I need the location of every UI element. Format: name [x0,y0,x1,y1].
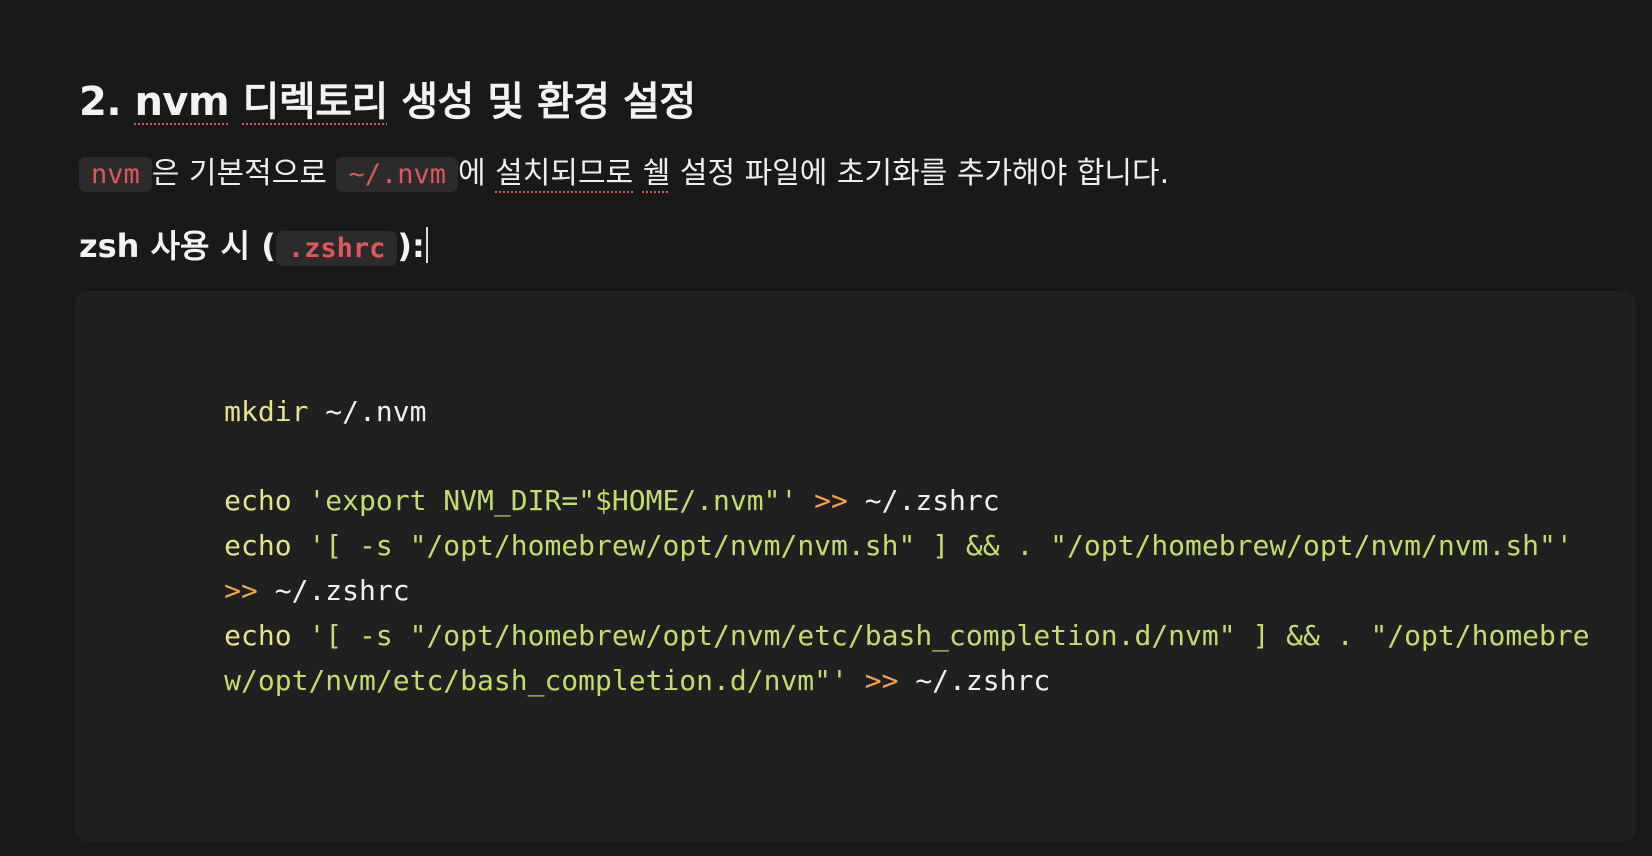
heading-prefix: 2. [79,79,135,125]
zsh-label-suffix: ): [397,227,425,265]
paragraph-space [633,156,643,191]
code-string: '[ -s "/opt/homebrew/opt/nvm/nvm.sh" ] &… [291,529,1573,562]
heading-word-directory: 디렉토리 [242,79,389,125]
code-argument: ~/.zshrc [898,664,1051,697]
text-cursor [425,227,428,263]
heading-space [229,79,242,125]
description-paragraph[interactable]: nvm 은 기본적으로 ~/.nvm 에 설치되므로 쉘 설정 파일에 초기화를 추… [79,150,1169,199]
inline-code-nvm: nvm [79,157,152,192]
zsh-label-prefix: zsh 사용 시 ( [79,227,276,265]
code-command: mkdir [224,395,309,428]
paragraph-word-install: 설치되므로 [495,156,634,191]
code-operator: >> [847,664,899,697]
code-argument: ~/.nvm [308,395,427,428]
inline-code-nvm-dir: ~/.nvm [336,157,459,192]
heading-word-nvm: nvm [134,79,230,125]
heading-rest: 생성 및 환경 설정 [387,79,696,125]
code-line-6: w/opt/nvm/etc/bash_completion.d/nvm"' >>… [123,613,1050,748]
paragraph-word-shell: 쉘 [642,156,671,191]
code-block[interactable]: mkdir ~/.nvm echo 'export NVM_DIR="$HOME… [75,291,1636,842]
paragraph-text-2: 에 [458,156,496,191]
code-string: w/opt/nvm/etc/bash_completion.d/nvm"' [224,664,848,697]
paragraph-text-1: 은 기본적으로 [151,156,337,191]
paragraph-text-3: 설정 파일에 초기화를 추가해야 합니다. [670,156,1170,191]
section-heading[interactable]: 2. nvm 디렉토리 생성 및 환경 설정 [79,74,696,130]
document-page: 2. nvm 디렉토리 생성 및 환경 설정 nvm 은 기본적으로 ~/.nvm… [0,0,1652,856]
inline-code-zshrc: .zshrc [275,231,398,266]
zsh-usage-label[interactable]: zsh 사용 시 (.zshrc): [79,222,428,273]
